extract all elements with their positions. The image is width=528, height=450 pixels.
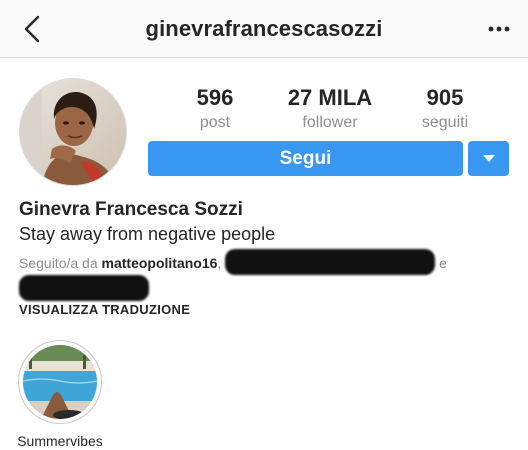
- profile-avatar[interactable]: [19, 78, 127, 186]
- more-options-button[interactable]: [484, 18, 514, 40]
- suggested-accounts-dropdown-button[interactable]: [468, 141, 509, 176]
- profile-full-name: Ginevra Francesca Sozzi: [19, 199, 243, 220]
- followed-by-separator: ,: [217, 255, 226, 271]
- posts-label: post: [199, 114, 231, 131]
- redacted-username-2: [19, 275, 149, 302]
- follower-username-link[interactable]: matteopolitano16: [102, 255, 218, 271]
- story-highlight[interactable]: Summervibes: [8, 340, 112, 449]
- following-label: seguiti: [421, 114, 469, 131]
- redacted-username: [225, 249, 436, 276]
- pool-photo: [23, 345, 97, 419]
- followed-by-prefix: Seguito/a da: [19, 255, 102, 271]
- stat-posts[interactable]: 596 post: [160, 86, 270, 133]
- following-count: 905: [426, 85, 464, 110]
- followed-by-text[interactable]: Seguito/a da matteopolitano16, e: [19, 249, 519, 302]
- more-horizontal-icon: [488, 26, 510, 32]
- top-navigation-bar: ginevrafrancescasozzi: [0, 0, 528, 58]
- avatar-photo: [20, 79, 126, 185]
- see-translation-link[interactable]: VISUALIZZA TRADUZIONE: [19, 302, 190, 317]
- followers-count: 27 MILA: [287, 85, 373, 110]
- stat-followers[interactable]: 27 MILA follower: [275, 86, 385, 133]
- profile-bio: Stay away from negative people: [19, 224, 276, 244]
- profile-stats: 596 post 27 MILA follower 905 seguiti: [160, 86, 500, 133]
- stat-following[interactable]: 905 seguiti: [390, 86, 500, 133]
- profile-username-title: ginevrafrancescasozzi: [145, 16, 383, 41]
- highlight-label: Summervibes: [17, 433, 103, 449]
- highlight-cover-image: [23, 345, 97, 419]
- posts-count: 596: [196, 85, 234, 110]
- caret-down-icon: [482, 155, 495, 162]
- follow-button[interactable]: Segui: [148, 141, 463, 176]
- highlight-ring: [18, 340, 102, 424]
- followed-by-conjunction: e: [435, 255, 447, 271]
- followers-label: follower: [302, 114, 358, 131]
